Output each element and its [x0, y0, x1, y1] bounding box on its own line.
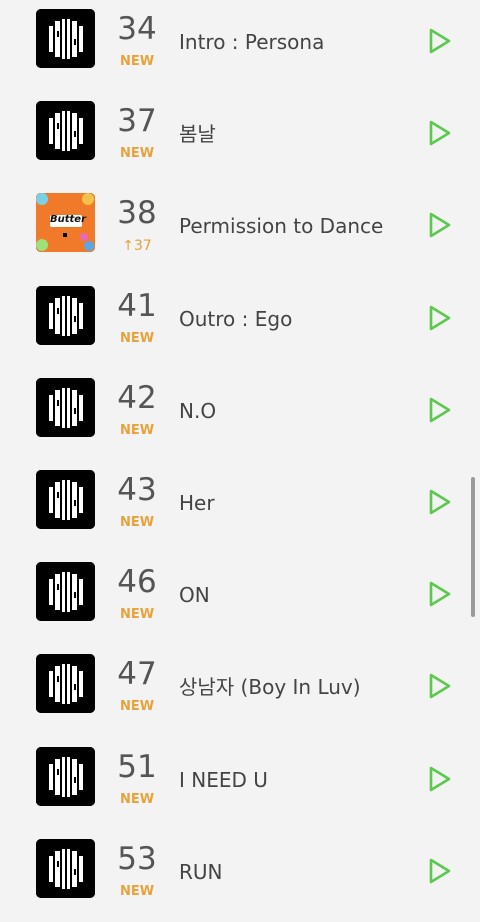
rank-number: 47 [117, 656, 157, 692]
play-icon[interactable] [424, 764, 454, 794]
rank-change: ↑37 [122, 238, 152, 254]
song-title[interactable]: RUN [179, 862, 223, 882]
new-badge: NEW [119, 146, 155, 161]
chart-song-list: 34 NEW Intro : Persona 37 NEW 봄날 Butter 38 ↑37 Pe… [0, 0, 480, 913]
rank-number: 53 [117, 841, 157, 877]
play-icon[interactable] [424, 856, 454, 886]
proof-album-icon[interactable] [36, 654, 95, 713]
song-row[interactable]: 53 NEW RUN [0, 830, 480, 922]
song-title[interactable]: 봄날 [179, 124, 216, 144]
rank-number: 38 [117, 195, 157, 231]
new-badge: NEW [119, 699, 155, 714]
song-row[interactable]: 41 NEW Outro : Ego [0, 277, 480, 369]
song-row[interactable]: 46 NEW ON [0, 553, 480, 645]
play-icon[interactable] [424, 26, 454, 56]
play-icon[interactable] [424, 395, 454, 425]
proof-album-icon[interactable] [36, 9, 95, 68]
play-icon[interactable] [424, 210, 454, 240]
rank-number: 46 [117, 564, 157, 600]
proof-album-icon[interactable] [36, 378, 95, 437]
rank-number: 51 [117, 749, 157, 785]
butter-album-icon[interactable]: Butter [36, 193, 95, 252]
song-row[interactable]: 34 NEW Intro : Persona [0, 0, 480, 92]
play-icon[interactable] [424, 118, 454, 148]
new-badge: NEW [119, 792, 155, 807]
play-icon[interactable] [424, 579, 454, 609]
song-title[interactable]: I NEED U [179, 770, 268, 790]
song-row[interactable]: 37 NEW 봄날 [0, 92, 480, 184]
new-badge: NEW [119, 423, 155, 438]
new-badge: NEW [119, 331, 155, 346]
play-icon[interactable] [424, 487, 454, 517]
song-title[interactable]: Intro : Persona [179, 32, 324, 52]
song-row[interactable]: Butter 38 ↑37 Permission to Dance [0, 184, 480, 276]
song-title[interactable]: Her [179, 493, 215, 513]
new-badge: NEW [119, 607, 155, 622]
proof-album-icon[interactable] [36, 562, 95, 621]
proof-album-icon[interactable] [36, 101, 95, 160]
song-row[interactable]: 47 NEW 상남자 (Boy In Luv) [0, 645, 480, 737]
song-title[interactable]: N.O [179, 401, 216, 421]
rank-number: 43 [117, 472, 157, 508]
song-title[interactable]: Permission to Dance [179, 216, 383, 236]
song-row[interactable]: 51 NEW I NEED U [0, 738, 480, 830]
rank-number: 37 [117, 103, 157, 139]
rank-number: 34 [117, 11, 157, 47]
song-title[interactable]: ON [179, 585, 210, 605]
play-icon[interactable] [424, 303, 454, 333]
rank-number: 41 [117, 288, 157, 324]
song-row[interactable]: 43 NEW Her [0, 461, 480, 553]
song-title[interactable]: Outro : Ego [179, 309, 292, 329]
song-row[interactable]: 42 NEW N.O [0, 369, 480, 461]
album-cover-text: Butter [50, 214, 87, 225]
song-title[interactable]: 상남자 (Boy In Luv) [179, 677, 361, 697]
scrollbar[interactable] [471, 477, 475, 617]
proof-album-icon[interactable] [36, 286, 95, 345]
rank-number: 42 [117, 380, 157, 416]
new-badge: NEW [119, 54, 155, 69]
proof-album-icon[interactable] [36, 470, 95, 529]
proof-album-icon[interactable] [36, 839, 95, 898]
new-badge: NEW [119, 884, 155, 899]
new-badge: NEW [119, 515, 155, 530]
play-icon[interactable] [424, 671, 454, 701]
proof-album-icon[interactable] [36, 747, 95, 806]
